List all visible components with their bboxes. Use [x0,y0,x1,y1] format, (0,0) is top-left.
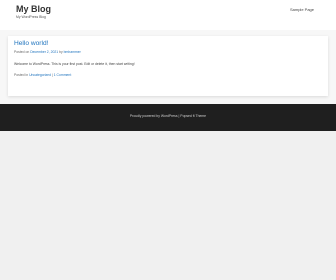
site-title-link[interactable]: My Blog [16,4,51,15]
post-footer: Posted in Uncategorized | 1 Comment [14,73,71,78]
content-area: Hello world! Posted on December 2, 2021 … [0,30,336,104]
post-footer-prefix: Posted in [14,73,30,77]
footer-credit: Proudly powered by WordPress | Popsed ft… [129,114,207,118]
post-category-link[interactable]: Uncategorized [29,73,51,77]
site-header: My Blog My WordPress Blog Sample Page [0,0,336,30]
post-card: Hello world! Posted on December 2, 2021 … [8,36,328,96]
site-tagline: My WordPress Blog [16,15,46,19]
post-date-link[interactable]: December 2, 2021 [30,50,58,54]
post-comments-link[interactable]: 1 Comment [54,73,72,77]
post-author-link[interactable]: bmhammer [64,50,81,54]
post-excerpt: Welcome to WordPress. This is your first… [14,62,135,66]
site-footer: Proudly powered by WordPress | Popsed ft… [0,104,336,131]
post-meta: Posted on December 2, 2021 by bmhammer [14,50,81,55]
post-title-link[interactable]: Hello world! [14,40,48,48]
post-meta-prefix: Posted on [14,50,31,54]
page-background [0,131,336,280]
nav-item-sample-page[interactable]: Sample Page [290,7,314,13]
